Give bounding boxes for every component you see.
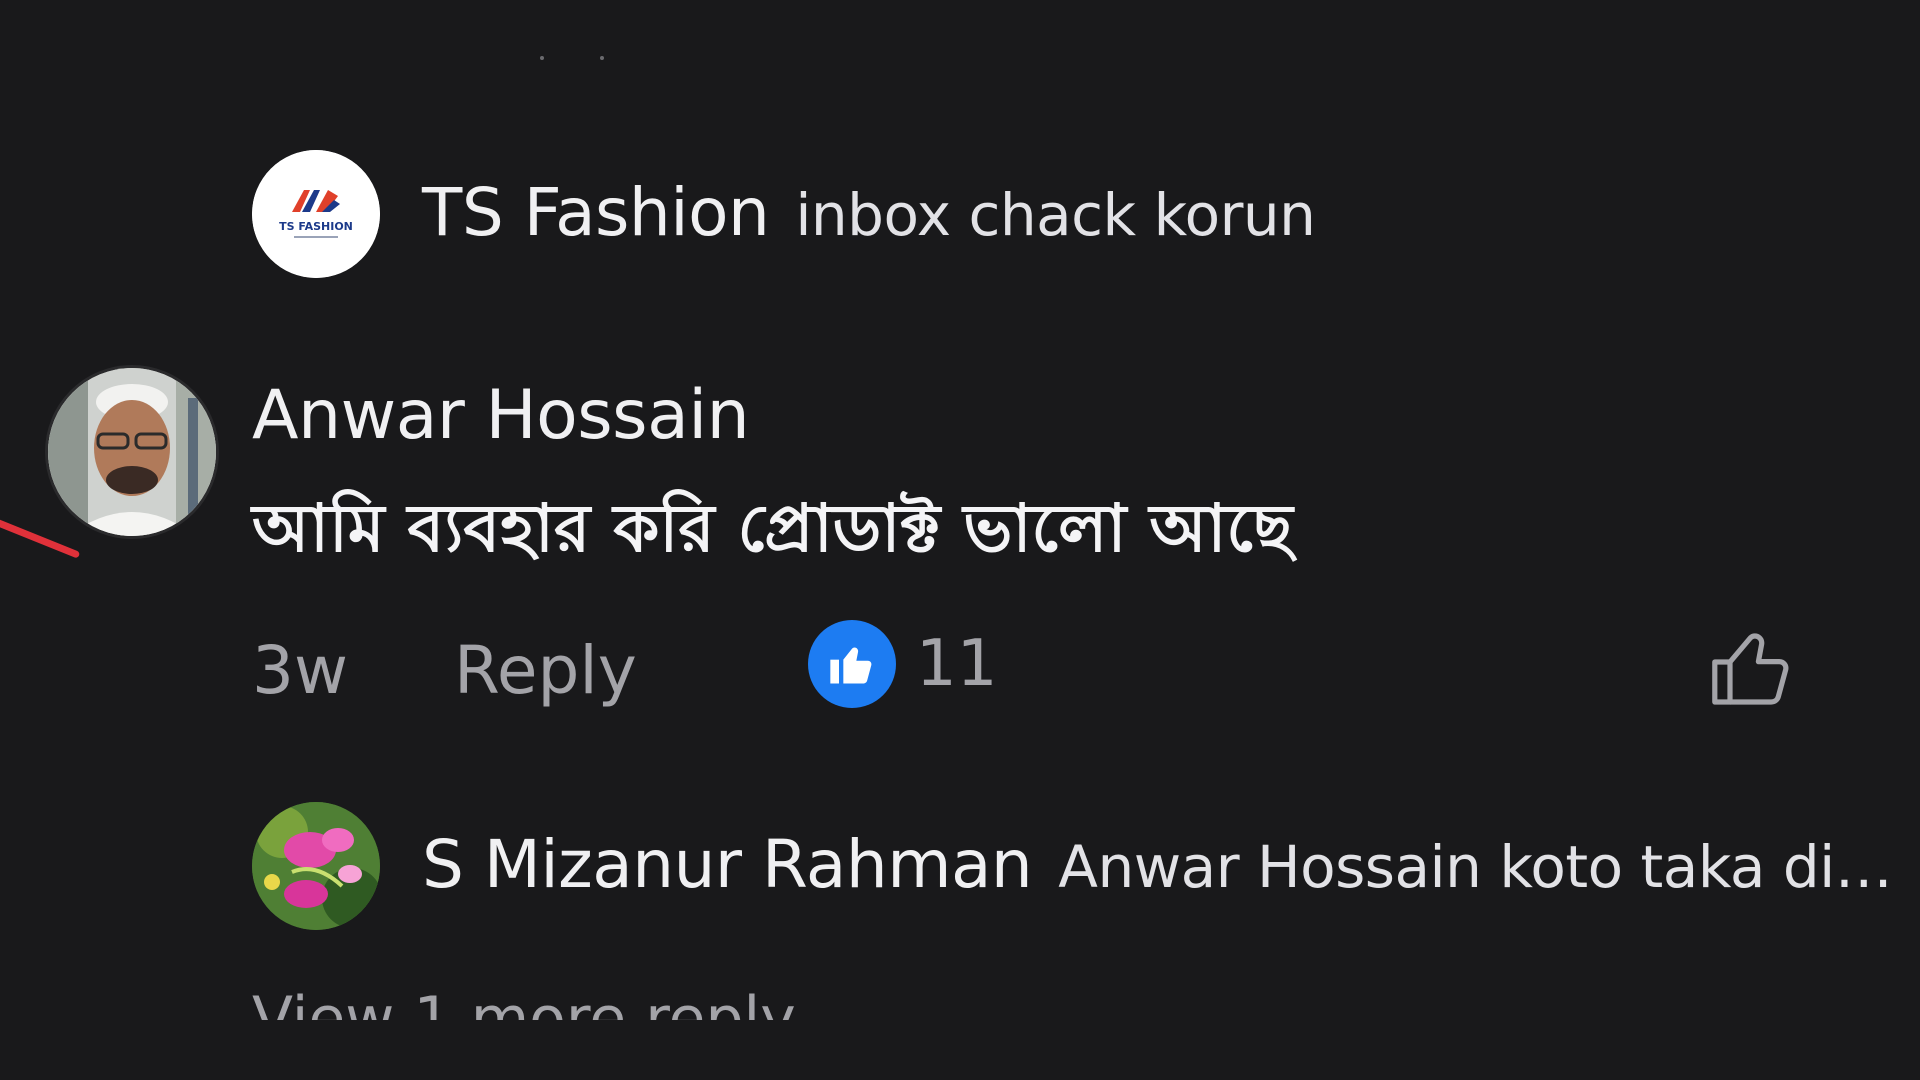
- anwar-hossain-avatar[interactable]: [48, 368, 216, 536]
- reaction-summary[interactable]: 11: [808, 620, 997, 708]
- ts-fashion-avatar[interactable]: TS FASHION: [252, 150, 380, 278]
- reply-author[interactable]: S Mizanur Rahman: [422, 826, 1033, 903]
- reply-author[interactable]: TS Fashion: [422, 174, 770, 251]
- like-button[interactable]: [1702, 620, 1798, 716]
- comment-text: আমি ব্যবহার করি প্রোডাক্ট ভালো আছে: [252, 490, 1293, 567]
- comment-thread: TS FASHION TS Fashion inbox chack korun …: [0, 0, 1920, 1080]
- reaction-count: 11: [916, 627, 998, 701]
- truncated-content-marker: [540, 56, 620, 62]
- view-more-replies-link[interactable]: View 1 more reply: [252, 984, 796, 1020]
- thumbs-up-icon: [808, 620, 896, 708]
- logo-text: TS FASHION: [279, 220, 353, 233]
- reply-row-ts-fashion: TS Fashion inbox chack korun: [422, 174, 1316, 251]
- reply-button[interactable]: Reply: [454, 632, 637, 709]
- reply-text[interactable]: Anwar Hossain koto taka di…: [1058, 833, 1893, 901]
- reply-row-s-mizanur-rahman: S Mizanur Rahman Anwar Hossain koto taka…: [422, 826, 1893, 903]
- s-mizanur-rahman-avatar[interactable]: [252, 802, 380, 930]
- flower-photo: [252, 802, 380, 930]
- ts-fashion-logo: TS FASHION: [252, 150, 380, 278]
- annotation-mark: [0, 516, 81, 559]
- comment-time: 3w: [252, 632, 348, 709]
- thumbs-up-outline-icon: [1712, 633, 1789, 705]
- profile-photo: [48, 368, 216, 536]
- comment-author[interactable]: Anwar Hossain: [252, 376, 750, 455]
- reply-text[interactable]: inbox chack korun: [795, 181, 1316, 249]
